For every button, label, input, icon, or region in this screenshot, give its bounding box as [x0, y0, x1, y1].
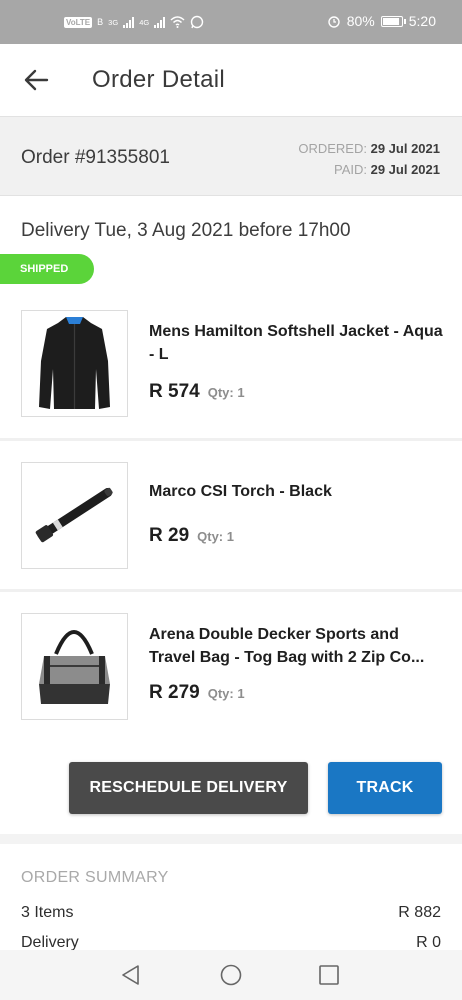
product-image-bag[interactable]: [21, 613, 128, 720]
divider: [0, 438, 462, 441]
battery-icon: [380, 15, 406, 27]
back-arrow-icon[interactable]: [22, 66, 50, 94]
b-label: B: [97, 17, 104, 27]
order-dates: ORDERED: 29 Jul 2021 PAID: 29 Jul 2021: [298, 138, 440, 180]
status-bar: VoLTE B 3G 4G 80% 5:20: [0, 0, 462, 44]
alarm-icon: [328, 16, 340, 28]
price-value: R 29: [149, 525, 190, 546]
paid-date: 29 Jul 2021: [370, 162, 440, 177]
section-divider: [0, 834, 462, 844]
divider: [0, 589, 462, 592]
product-price: R 574 Qty: 1: [149, 381, 245, 403]
signal-icon: [123, 16, 135, 28]
quantity: Qty: 1: [207, 686, 245, 701]
product-name[interactable]: Arena Double Decker Sports and Travel Ba…: [149, 623, 449, 669]
product-price: R 29 Qty: 1: [149, 525, 234, 547]
nav-recents-icon[interactable]: [316, 962, 342, 988]
nav-home-icon[interactable]: [218, 962, 244, 988]
clock: 5:20: [408, 13, 436, 29]
items-total: R 882: [398, 904, 441, 921]
price-value: R 279: [149, 682, 200, 703]
order-number: Order #91355801: [21, 147, 170, 168]
status-right: 80% 5:20: [327, 13, 436, 29]
product-image-torch[interactable]: [21, 462, 128, 569]
network-type-1: 3G: [108, 17, 119, 27]
product-image-jacket[interactable]: [21, 310, 128, 417]
product-name[interactable]: Marco CSI Torch - Black: [149, 480, 449, 503]
product-name[interactable]: Mens Hamilton Softshell Jacket - Aqua - …: [149, 320, 449, 366]
summary-items-row: 3 Items R 882: [21, 904, 441, 922]
delivery-date: Delivery Tue, 3 Aug 2021 before 17h00: [21, 220, 351, 241]
system-nav-bar: [0, 950, 462, 1000]
items-count: 3 Items: [21, 904, 74, 921]
paid-label: PAID:: [333, 162, 367, 177]
status-left: VoLTE B 3G 4G: [64, 15, 204, 29]
wifi-icon: [170, 16, 185, 28]
track-button[interactable]: TRACK: [328, 762, 442, 814]
nav-back-icon[interactable]: [118, 962, 144, 988]
reschedule-delivery-button[interactable]: RESCHEDULE DELIVERY: [69, 762, 308, 814]
app-bar: Order Detail: [0, 44, 462, 116]
product-price: R 279 Qty: 1: [149, 682, 245, 704]
whatsapp-icon: [191, 15, 204, 29]
volte-icon: VoLTE: [64, 16, 93, 28]
ordered-label: ORDERED:: [298, 141, 367, 156]
signal-icon-2: [154, 16, 166, 28]
battery-percent: 80%: [346, 13, 375, 29]
quantity: Qty: 1: [197, 529, 234, 544]
delivery-label: Delivery: [21, 934, 79, 951]
order-summary-heading: ORDER SUMMARY: [21, 869, 169, 886]
price-value: R 574: [149, 381, 200, 402]
status-badge: SHIPPED: [0, 254, 94, 284]
quantity: Qty: 1: [207, 385, 245, 400]
network-type-2: 4G: [139, 17, 150, 27]
ordered-date: 29 Jul 2021: [370, 141, 440, 156]
page-title: Order Detail: [92, 66, 225, 93]
order-header: Order #91355801 ORDERED: 29 Jul 2021 PAI…: [0, 116, 462, 196]
